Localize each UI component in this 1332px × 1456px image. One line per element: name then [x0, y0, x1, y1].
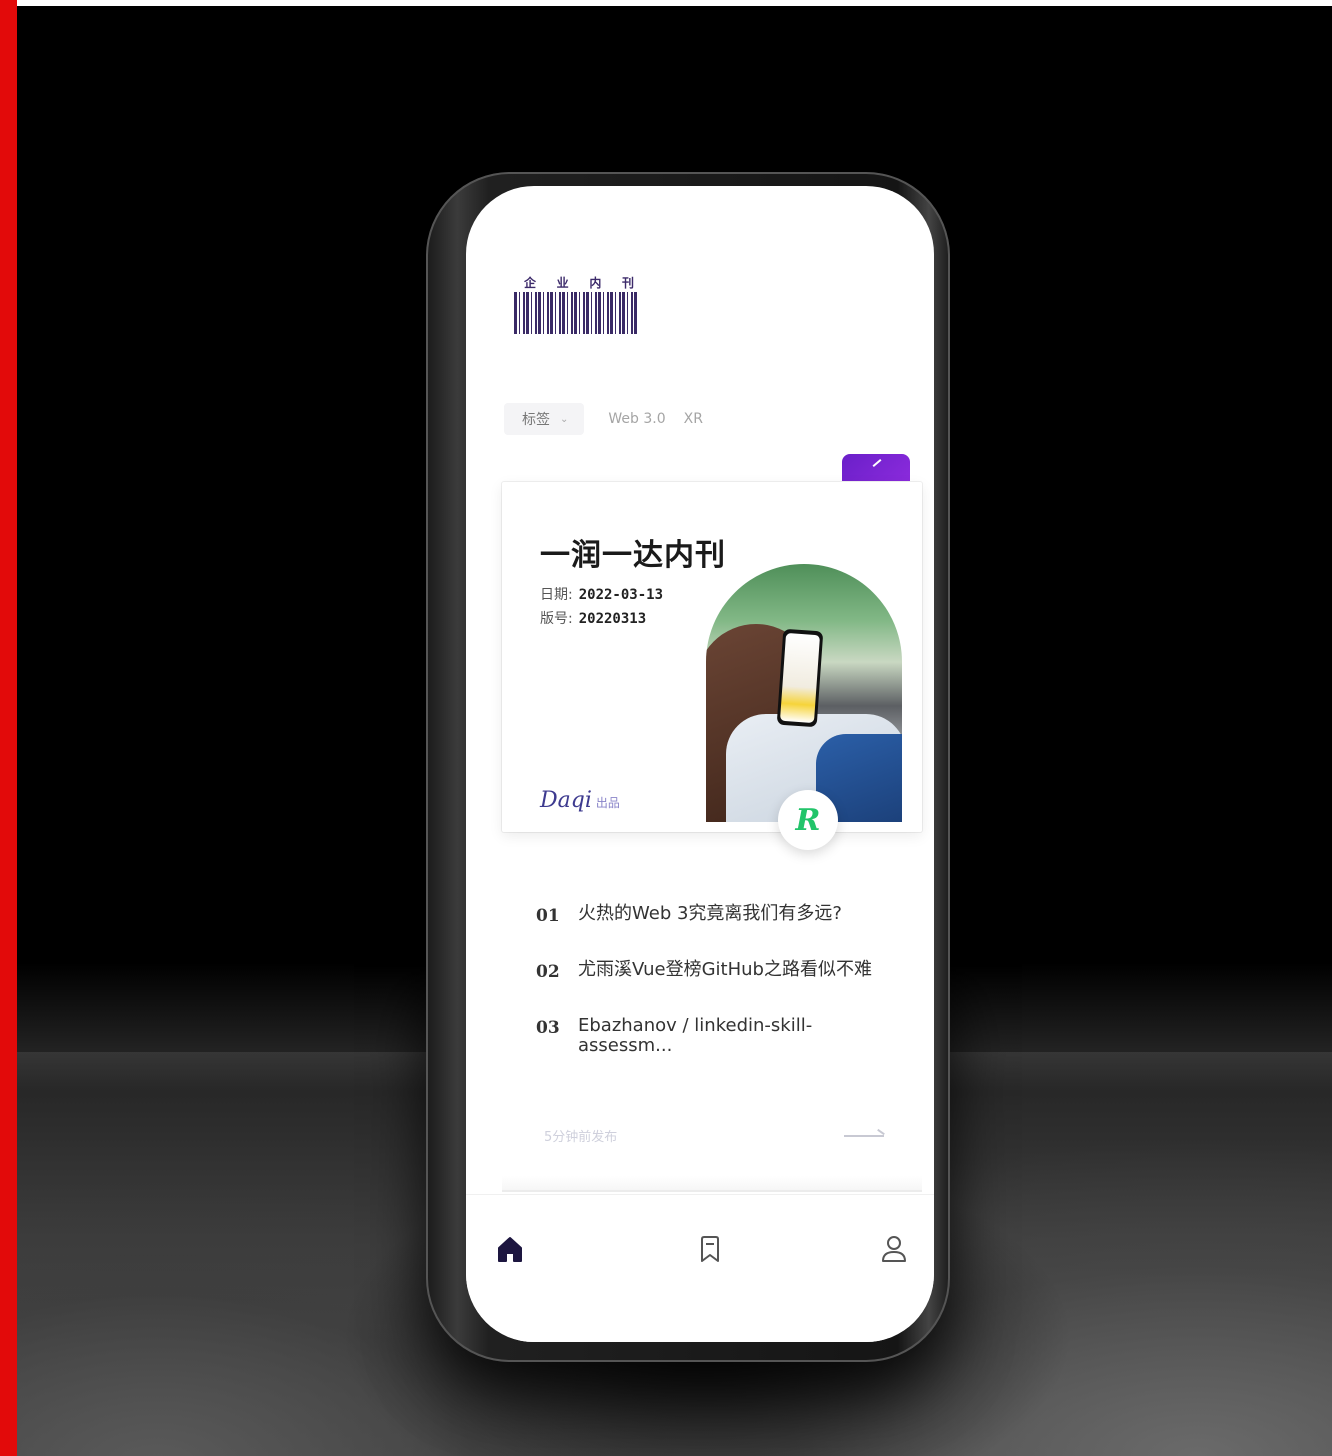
- masthead-char: 企: [524, 276, 537, 290]
- tag-web3[interactable]: Web 3.0: [608, 411, 665, 427]
- tag-dropdown-label: 标签: [522, 412, 550, 428]
- masthead-char: 刊: [621, 276, 634, 290]
- article-number: 03: [536, 1018, 560, 1038]
- issue-number: 版号: 20220313: [540, 608, 646, 628]
- bookmark-icon: [701, 1236, 719, 1262]
- article-number: 02: [536, 962, 560, 982]
- issue-card[interactable]: 一润一达内刊 日期: 2022-03-13 版号: 20220313 Daqi 出品 …: [502, 482, 922, 850]
- user-icon: [882, 1236, 906, 1262]
- brand-suffix: 出品: [595, 796, 620, 810]
- top-strip: [17, 0, 1332, 6]
- article-list: 01 火热的Web 3究竟离我们有多远? 02 尤雨溪Vue登榜GitHub之路…: [536, 904, 916, 1090]
- issue-number-label: 版号:: [540, 611, 573, 627]
- masthead-chars: 企 业 内 刊: [524, 274, 634, 291]
- issue-date: 日期: 2022-03-13: [540, 584, 663, 604]
- issue-number-value: 20220313: [578, 611, 647, 627]
- issue-title: 一润一达内刊: [540, 538, 726, 573]
- tag-xr[interactable]: XR: [684, 411, 703, 427]
- phone-screen: 企 业 内 刊 标签 ⌄ Web 3.0 XR 一润一达内刊 日期: 2022-0…: [466, 186, 934, 1342]
- photo-phone: [776, 628, 824, 728]
- article-title: 尤雨溪Vue登榜GitHub之路看似不难: [578, 959, 872, 980]
- r-badge-icon[interactable]: R: [778, 790, 838, 850]
- arrow-icon: [872, 459, 882, 467]
- left-accent-bar: [0, 0, 17, 1456]
- masthead-barcode-logo: 企 业 内 刊: [514, 274, 638, 334]
- bottom-nav: [466, 1194, 934, 1342]
- arrow-right-icon[interactable]: [844, 1134, 884, 1137]
- nav-bookmark[interactable]: [690, 1229, 730, 1269]
- issue-date-value: 2022-03-13: [578, 587, 664, 603]
- cover-photo: [706, 564, 902, 822]
- nav-home[interactable]: [490, 1229, 530, 1269]
- masthead-char: 内: [589, 276, 602, 290]
- masthead-char: 业: [556, 276, 569, 290]
- article-title: 火热的Web 3究竟离我们有多远?: [578, 903, 842, 924]
- barcode-bars: [514, 292, 638, 334]
- list-item[interactable]: 02 尤雨溪Vue登榜GitHub之路看似不难: [536, 959, 916, 983]
- card-stack-edge: [502, 1176, 922, 1190]
- list-item[interactable]: 03 Ebazhanov / linkedin-skill-assessm...: [536, 1016, 916, 1056]
- share-tab[interactable]: [842, 454, 910, 482]
- nav-user[interactable]: [874, 1229, 914, 1269]
- issue-date-label: 日期:: [540, 587, 573, 603]
- article-number: 01: [536, 906, 560, 926]
- tag-filter-bar: 标签 ⌄ Web 3.0 XR: [504, 402, 703, 436]
- brand-name: Daqi: [540, 788, 592, 813]
- home-icon: [498, 1237, 522, 1262]
- chevron-down-icon: ⌄: [560, 413, 569, 425]
- article-title: Ebazhanov / linkedin-skill-assessm...: [578, 1015, 813, 1056]
- list-item[interactable]: 01 火热的Web 3究竟离我们有多远?: [536, 903, 916, 927]
- brand-logo: Daqi 出品: [540, 788, 620, 813]
- card-footer: 5分钟前发布: [544, 1126, 884, 1145]
- tag-dropdown[interactable]: 标签 ⌄: [504, 403, 585, 435]
- publish-time: 5分钟前发布: [544, 1130, 618, 1145]
